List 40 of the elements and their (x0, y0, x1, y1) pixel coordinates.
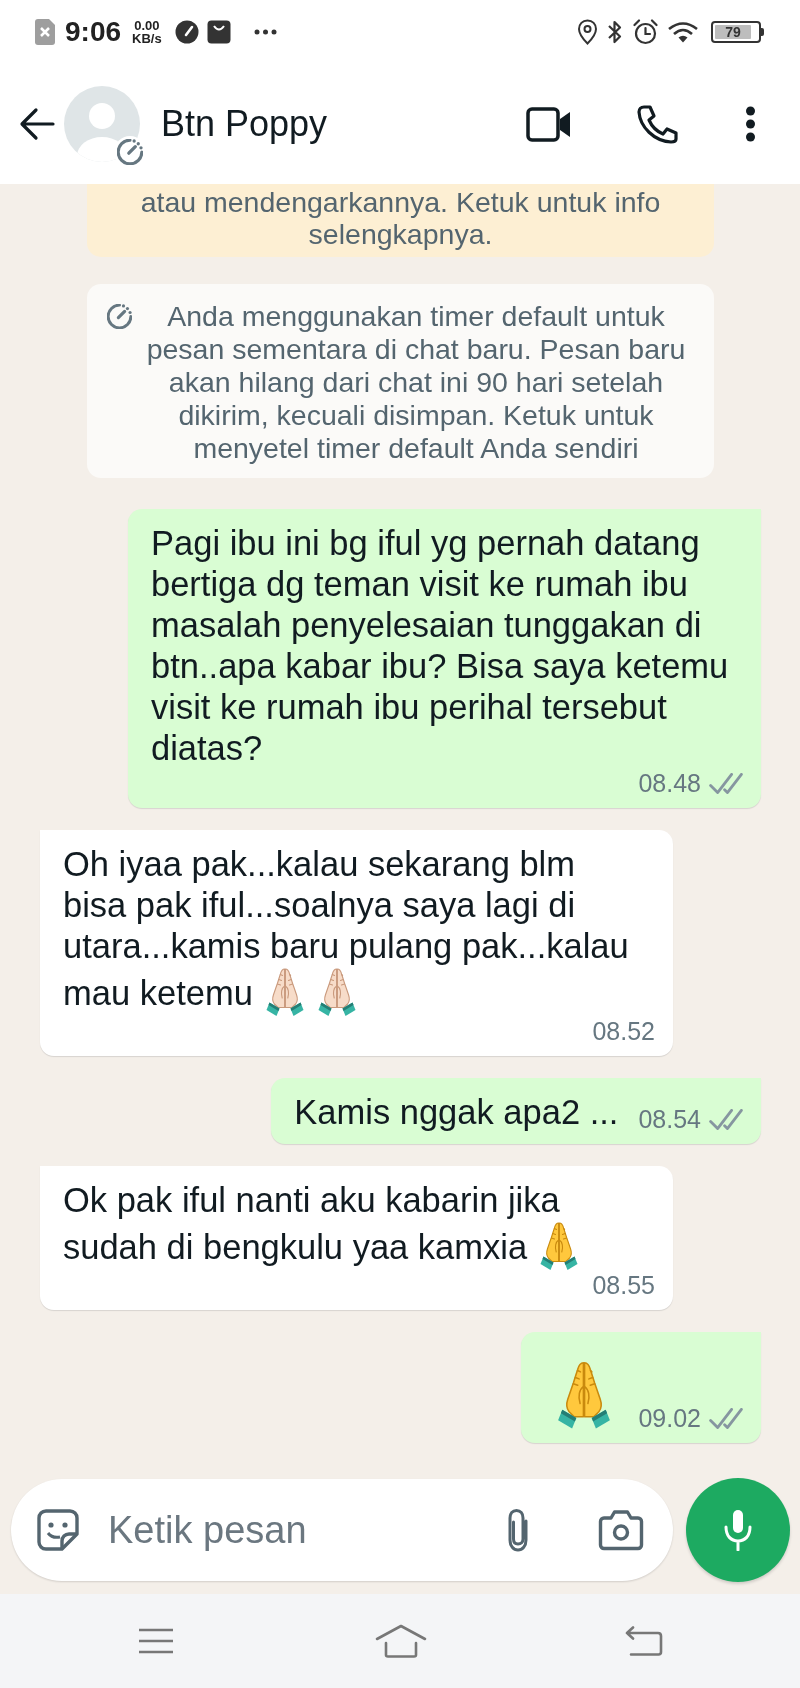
back-icon[interactable] (624, 1626, 664, 1656)
message-input[interactable]: Ketik pesan (108, 1505, 503, 1555)
message-text: Oh iyaa pak...kalau sekarang blm bisa pak iful...soalnya saya lagi di utara...kamis baru pulang pak...kalau mau ketemu (63, 845, 629, 1012)
back-arrow-icon[interactable] (19, 107, 55, 141)
bag-icon (206, 20, 231, 44)
ellipsis-icon (253, 29, 277, 35)
message-text: Kamis nggak apa2 ... (294, 1093, 619, 1131)
location-pin-icon (577, 19, 598, 45)
bluetooth-icon (607, 19, 623, 45)
network-speed-unit: KB/s (132, 32, 162, 45)
message-time: 08.48 (638, 769, 701, 797)
microphone-icon (722, 1509, 754, 1551)
more-options-icon[interactable] (745, 106, 756, 142)
message-text: Pagi ibu ini bg iful yg pernah datang bertiga dg teman visit ke rumah ibu masalah penyelesaian tunggakan di btn..apa kabar ibu? Bisa saya ketemu visit ke rumah ibu perihal tersebut diatas? (151, 524, 729, 767)
wifi-icon (667, 21, 699, 43)
alarm-clock-icon (633, 19, 658, 45)
system-message-card[interactable]: Anda menggunakan timer default untuk pesan sementara di chat baru. Pesan baru akan hilang dari chat ini 90 hari setelah dikirim, kecuali disimpan. Ketuk untuk menyetel timer default Anda sendiri (87, 284, 714, 478)
battery-percentage: 79 (715, 25, 751, 39)
timer-icon (107, 304, 132, 329)
sim-card-icon (35, 19, 55, 45)
notice-card[interactable]: atau mendengarkannya. Ketuk untuk info selengkapnya. (87, 184, 714, 257)
menu-icon[interactable] (138, 1628, 174, 1654)
message-time: 08.52 (592, 1017, 655, 1045)
message-time: 08.55 (592, 1271, 655, 1299)
video-camera-icon[interactable] (526, 106, 572, 142)
status-time: 9:06 (65, 17, 122, 47)
network-speed-value: 0.00 (134, 19, 160, 32)
contact-name[interactable]: Btn Poppy (161, 103, 328, 145)
sticker-icon[interactable] (36, 1508, 80, 1552)
notice-text: atau mendengarkannya. Ketuk untuk info selengkapnya. (139, 186, 662, 250)
camera-icon[interactable] (598, 1509, 644, 1551)
phone-icon[interactable] (636, 104, 678, 144)
message-time: 09.02 (638, 1404, 701, 1432)
speedometer-icon (174, 20, 199, 44)
avatar-icon[interactable] (64, 86, 140, 162)
message-text: Ok pak iful nanti aku kabarin jika sudah di bengkulu yaa kamxia (63, 1181, 560, 1266)
home-icon[interactable] (375, 1624, 427, 1658)
system-message-text: Anda menggunakan timer default untuk pesan sementara di chat baru. Pesan baru akan hilang dari chat ini 90 hari setelah dikirim, kecuali disimpan. Ketuk untuk menyetel timer default Anda sendiri (145, 300, 687, 465)
message-time: 08.54 (638, 1105, 701, 1133)
message-field[interactable]: Ketik pesan (11, 1479, 673, 1581)
